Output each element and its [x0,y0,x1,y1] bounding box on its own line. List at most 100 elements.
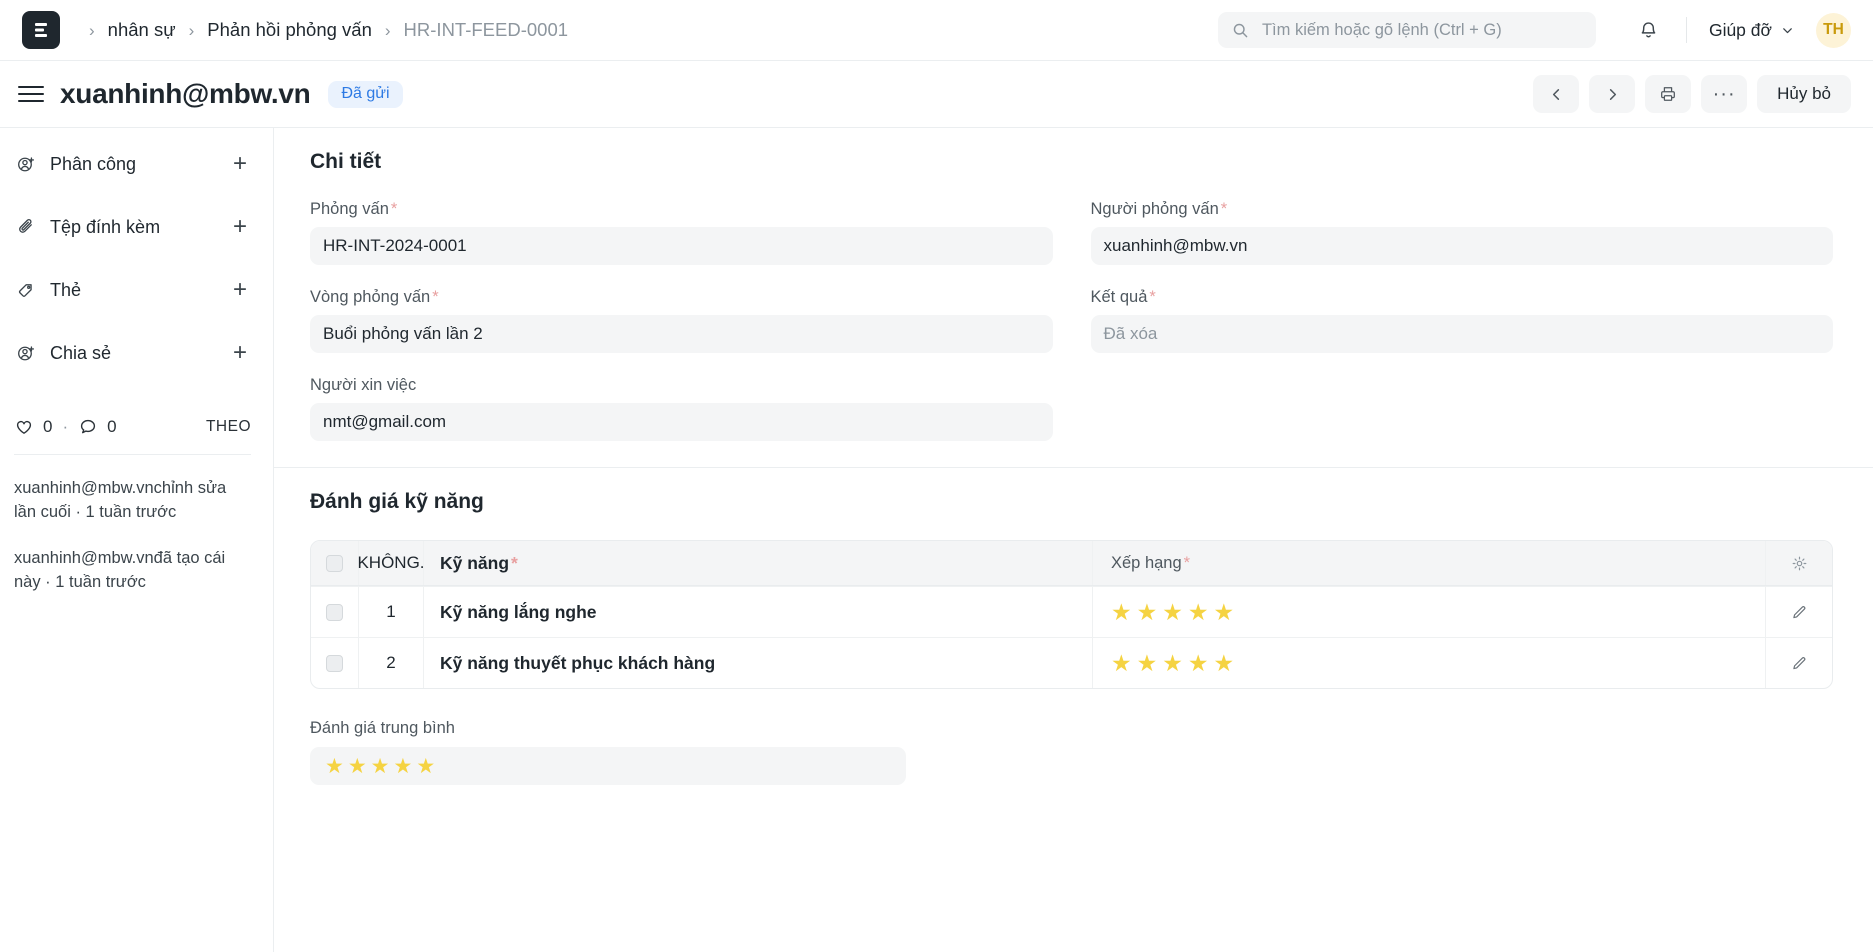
star-icon[interactable]: ★ [1111,600,1132,624]
app-logo[interactable] [22,11,60,49]
row-skill-name[interactable]: Kỹ năng lắng nghe [424,587,1093,637]
row-skill-name[interactable]: Kỹ năng thuyết phục khách hàng [424,638,1093,688]
required-asterisk: * [1183,553,1191,572]
breadcrumb-separator: › [384,20,391,40]
applicant-input[interactable]: nmt@gmail.com [310,403,1053,441]
row-edit-button[interactable] [1766,587,1832,637]
row-checkbox[interactable] [326,654,343,672]
field-interviewer: Người phỏng vấn * xuanhinh@mbw.vn [1090,200,1834,265]
notifications-button[interactable] [1630,11,1668,49]
follow-button[interactable]: THEO [206,418,251,436]
activity-user[interactable]: xuanhinh@mbw.vn [14,549,154,567]
star-icon[interactable]: ★ [393,756,412,777]
search-box[interactable] [1217,12,1596,48]
search-input[interactable] [1259,19,1582,41]
sidebar-item-label: Chia sẻ [50,342,112,363]
column-header-skill-text: Kỹ năng [440,552,510,573]
row-rating-cell[interactable]: ★ ★ ★ ★ ★ [1093,638,1766,688]
field-applicant: Người xin việc nmt@gmail.com [310,376,1053,441]
required-asterisk: * [1220,200,1228,218]
row-number: 1 [359,587,424,637]
star-icon[interactable]: ★ [1111,651,1132,675]
star-icon[interactable]: ★ [1188,600,1209,624]
table-settings-button[interactable] [1766,541,1832,585]
star-icon[interactable]: ★ [1214,600,1235,624]
row-edit-button[interactable] [1766,638,1832,688]
star-rating[interactable]: ★ ★ ★ ★ ★ [1111,600,1235,624]
column-header-no: KHÔNG. [357,541,425,585]
interviewer-input[interactable]: xuanhinh@mbw.vn [1090,227,1833,265]
pencil-icon [1792,656,1805,669]
star-icon[interactable]: ★ [371,756,390,777]
star-icon[interactable]: ★ [1214,651,1235,675]
sidebar-item-assign[interactable]: Phân công + [14,142,251,186]
row-rating-cell[interactable]: ★ ★ ★ ★ ★ [1093,587,1766,637]
star-icon[interactable]: ★ [325,756,344,777]
average-rating-control[interactable]: ★ ★ ★ ★ ★ [310,747,906,785]
star-rating[interactable]: ★ ★ ★ ★ ★ [1111,651,1235,675]
star-icon[interactable]: ★ [1162,651,1183,675]
column-header-skill: Kỹ năng * [424,541,1093,585]
tag-icon [14,281,38,300]
table-row[interactable]: 1 Kỹ năng lắng nghe ★ ★ ★ ★ ★ [311,586,1832,637]
breadcrumb-item-feedback[interactable]: Phản hồi phỏng vấn [207,19,372,41]
required-asterisk: * [511,552,518,573]
star-icon[interactable]: ★ [416,756,435,777]
star-icon[interactable]: ★ [1188,651,1209,675]
more-dots: ··· [1712,83,1736,105]
print-button[interactable] [1645,75,1692,113]
star-icon[interactable]: ★ [1137,651,1158,675]
comment-stat[interactable]: 0 [78,417,117,437]
cancel-button[interactable]: Hủy bỏ [1757,75,1851,113]
field-label-text: Phỏng vấn [310,200,389,218]
interview-input[interactable]: HR-INT-2024-0001 [310,227,1053,265]
select-all-checkbox[interactable] [326,554,343,572]
field-label: Kết quả * [1091,288,1834,307]
hamburger-bar [18,93,44,95]
logo-glyph [35,23,47,37]
result-input[interactable]: Đã xóa [1090,315,1833,353]
average-star-rating[interactable]: ★ ★ ★ ★ ★ [325,756,435,777]
sidebar-stats: 0 · 0 THEO [14,417,251,455]
star-icon[interactable]: ★ [348,756,367,777]
previous-record-button[interactable] [1533,75,1580,113]
interview-round-input[interactable]: Buổi phỏng vấn lần 2 [310,315,1053,353]
add-assign-button[interactable]: + [229,152,251,176]
add-attachment-button[interactable]: + [229,215,251,239]
hamburger-icon[interactable] [14,77,48,111]
search-icon [1233,23,1248,37]
pencil-icon [1792,605,1805,618]
chevron-left-icon [1552,88,1559,100]
skill-table: KHÔNG. Kỹ năng * Xếp hạng * 1 Kỹ năng lắ… [310,540,1833,689]
field-label: Người xin việc [310,376,1053,395]
details-section: Chi tiết Phỏng vấn * HR-INT-2024-0001 Ngư… [274,128,1873,467]
sidebar-item-tags[interactable]: Thẻ + [14,268,251,312]
field-label: Vòng phỏng vấn * [310,288,1053,307]
skill-assessment-section: Đánh giá kỹ năng KHÔNG. Kỹ năng * Xếp hạn… [274,467,1873,811]
star-icon[interactable]: ★ [1137,600,1158,624]
avatar[interactable]: TH [1816,12,1851,48]
page-title: xuanhinh@mbw.vn [60,78,311,109]
row-checkbox[interactable] [326,603,343,621]
help-menu-button[interactable]: Giúp đỡ [1705,15,1798,46]
more-options-button[interactable]: ··· [1701,75,1748,113]
sidebar-item-share[interactable]: Chia sẻ + [14,331,251,375]
table-row[interactable]: 2 Kỹ năng thuyết phục khách hàng ★ ★ ★ ★ ★ [311,637,1832,688]
add-share-button[interactable]: + [229,341,251,365]
row-select-cell [311,587,359,637]
sidebar-item-attachments[interactable]: Tệp đính kèm + [14,205,251,249]
sidebar-item-label: Thẻ [50,279,82,300]
add-tag-button[interactable]: + [229,278,251,302]
activity-user[interactable]: xuanhinh@mbw.vn [14,479,154,497]
page-header: xuanhinh@mbw.vn Đã gửi ··· Hủy bỏ [0,61,1873,127]
next-record-button[interactable] [1589,75,1636,113]
body-wrapper: Phân công + Tệp đính kèm + Thẻ + Chia sẻ… [0,127,1873,952]
heart-icon [16,420,32,434]
breadcrumb-item-hr[interactable]: nhân sự [108,19,176,41]
column-header-rank-text: Xếp hạng [1111,553,1182,572]
star-icon[interactable]: ★ [1162,600,1183,624]
like-stat[interactable]: 0 [14,417,52,437]
help-label: Giúp đỡ [1708,19,1772,40]
field-label: Người phỏng vấn * [1091,200,1834,219]
activity-item: xuanhinh@mbw.vnchỉnh sửa lần cuối · 1 tu… [14,476,251,525]
